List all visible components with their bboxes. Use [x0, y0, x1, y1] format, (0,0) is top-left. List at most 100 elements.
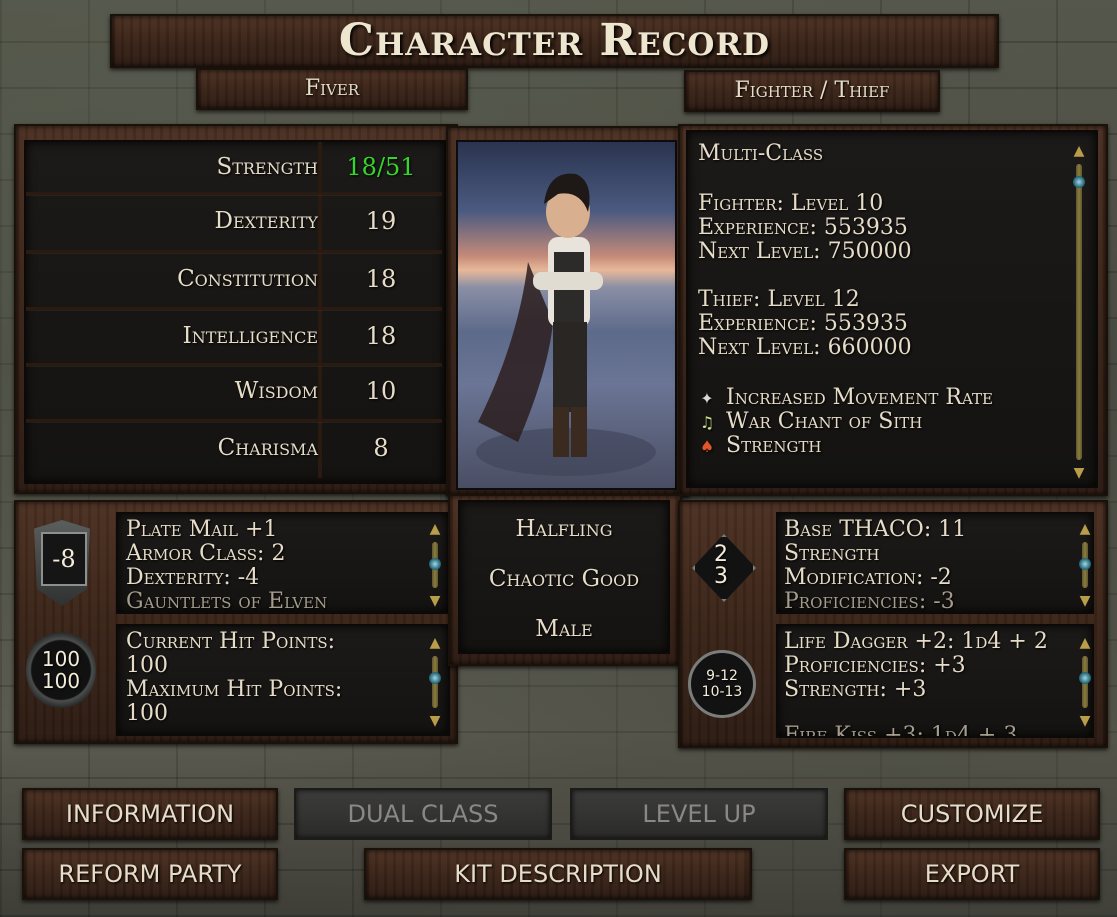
level-up-button[interactable]: LEVEL UP [570, 788, 828, 840]
armor-name: Plate Mail +1 [126, 517, 278, 542]
thaco-strength: Strength [784, 541, 880, 566]
fighter-experience: Experience: 553935 [698, 216, 908, 240]
stat-label: Wisdom [234, 378, 318, 404]
character-portrait[interactable] [456, 140, 677, 490]
scroll-thumb[interactable] [1079, 558, 1091, 570]
title-plank: Character Record [110, 14, 999, 68]
thaco-badge-bottom: 3 [714, 564, 728, 589]
class-info-heading: Multi-Class [698, 141, 824, 166]
scroll-down-icon[interactable]: ▼ [1078, 592, 1092, 610]
portrait-figure [476, 173, 656, 476]
scroll-thumb[interactable] [429, 672, 441, 684]
stat-value: 10 [365, 377, 397, 405]
stat-label: Strength [216, 154, 318, 180]
armor-panel[interactable]: Plate Mail +1 Armor Class: 2 Dexterity: … [116, 512, 450, 614]
fighter-next-level: Next Level: 750000 [698, 240, 912, 264]
hp-scrollbar[interactable]: ▲ ▼ [428, 634, 442, 730]
thaco-modification: Modification: -2 [784, 565, 952, 590]
boot-icon: ✦ [700, 389, 714, 408]
thief-next-value: 660000 [827, 335, 912, 360]
effect-war-chant[interactable]: ♫ War Chant of Sith [698, 409, 923, 435]
hp-max-value: 100 [126, 701, 168, 726]
scroll-up-icon[interactable]: ▲ [1072, 142, 1086, 160]
information-button[interactable]: INFORMATION [22, 788, 278, 840]
strength-icon: ♠ [699, 437, 715, 456]
thief-experience-label: Experience: [698, 311, 817, 336]
fighter-next-value: 750000 [827, 239, 912, 264]
hit-points-badge: 100 100 [26, 630, 96, 710]
damage-badge: 9-12 10-13 [688, 650, 756, 718]
hp-current-label: Current Hit Points: [126, 629, 336, 654]
character-name: Fiver [196, 68, 468, 110]
thaco-proficiencies: Proficiencies: -3 [784, 589, 955, 614]
character-class: Fighter / Thief [684, 70, 940, 112]
scroll-thumb[interactable] [1079, 672, 1091, 684]
thaco-scrollbar[interactable]: ▲ ▼ [1078, 520, 1092, 610]
stat-row-wisdom[interactable]: Wisdom 10 [26, 364, 442, 418]
scroll-thumb[interactable] [429, 558, 441, 570]
fighter-experience-value: 553935 [823, 215, 908, 240]
scroll-down-icon[interactable]: ▼ [1072, 464, 1086, 482]
scroll-thumb[interactable] [1073, 176, 1085, 188]
race: Halfling [515, 516, 613, 542]
scroll-down-icon[interactable]: ▼ [428, 712, 442, 730]
thief-experience-value: 553935 [823, 311, 908, 336]
effect-label: War Chant of Sith [726, 409, 923, 434]
class-info-scrollbar[interactable]: ▲ ▼ [1072, 142, 1086, 482]
weapon-scrollbar[interactable]: ▲ ▼ [1078, 634, 1092, 730]
reform-party-button[interactable]: REFORM PARTY [22, 848, 278, 900]
thief-next-label: Next Level: [698, 335, 821, 360]
kit-description-button[interactable]: KIT DESCRIPTION [364, 848, 752, 900]
stat-row-constitution[interactable]: Constitution 18 [26, 252, 442, 306]
stat-value: 18 [365, 322, 397, 350]
thief-next-level: Next Level: 660000 [698, 336, 912, 360]
scroll-up-icon[interactable]: ▲ [428, 634, 442, 652]
weapon-name: Life Dagger +2: 1d4 + 2 [784, 629, 1048, 654]
hp-max-label: Maximum Hit Points: [126, 677, 343, 702]
scroll-track[interactable] [1076, 164, 1082, 460]
class-info-panel[interactable]: Multi-Class Fighter: Level 10 Experience… [686, 130, 1098, 488]
effect-strength[interactable]: ♠ Strength [698, 434, 822, 459]
alignment: Chaotic Good [488, 566, 640, 592]
armor-dexterity: Dexterity: -4 [126, 565, 260, 590]
stat-value: 19 [365, 207, 397, 235]
armor-class: Armor Class: 2 [126, 541, 286, 566]
stat-label: Intelligence [182, 323, 318, 349]
weapon-panel[interactable]: Life Dagger +2: 1d4 + 2 Proficiencies: +… [776, 624, 1094, 738]
window-title: Character Record [338, 15, 771, 66]
armor-scrollbar[interactable]: ▲ ▼ [428, 520, 442, 610]
stat-row-intelligence[interactable]: Intelligence 18 [26, 309, 442, 363]
stat-value: 8 [373, 434, 389, 462]
scroll-up-icon[interactable]: ▲ [1078, 634, 1092, 652]
hit-points-panel[interactable]: Current Hit Points: 100 Maximum Hit Poin… [116, 624, 450, 736]
stat-row-dexterity[interactable]: Dexterity 19 [26, 194, 442, 248]
customize-button[interactable]: CUSTOMIZE [844, 788, 1100, 840]
weapon-secondary: Fire Kiss +3: 1d4 + 3 [784, 723, 1018, 738]
fighter-experience-label: Experience: [698, 215, 817, 240]
thaco-badge-top: 2 [714, 542, 728, 567]
armor-gauntlets: Gauntlets of Elven [126, 589, 328, 614]
music-note-icon: ♫ [699, 413, 715, 432]
stat-row-charisma[interactable]: Charisma 8 [26, 421, 442, 475]
stat-label: Dexterity [214, 208, 318, 234]
stat-value: 18/51 [346, 153, 416, 181]
scroll-down-icon[interactable]: ▼ [428, 592, 442, 610]
stat-label: Charisma [217, 435, 318, 461]
armor-class-badge: -8 [41, 532, 87, 586]
export-button[interactable]: EXPORT [844, 848, 1100, 900]
thaco-panel[interactable]: Base THACO: 11 Strength Modification: -2… [776, 512, 1094, 614]
damage-badge-bottom: 10-13 [701, 684, 743, 700]
identity-panel: Halfling Chaotic Good Male [458, 500, 670, 654]
scroll-up-icon[interactable]: ▲ [428, 520, 442, 538]
effect-movement[interactable]: ✦ Increased Movement Rate [698, 386, 993, 411]
scroll-down-icon[interactable]: ▼ [1078, 712, 1092, 730]
thaco-badge: 2 3 [705, 540, 737, 592]
base-thaco: Base THACO: 11 [784, 517, 967, 542]
fighter-level: Fighter: Level 10 [698, 191, 884, 216]
damage-badge-top: 9-12 [706, 668, 738, 684]
dual-class-button[interactable]: DUAL CLASS [294, 788, 552, 840]
weapon-proficiencies: Proficiencies: +3 [784, 653, 966, 678]
effect-label: Strength [726, 433, 822, 458]
stat-row-strength[interactable]: Strength 18/51 [26, 140, 442, 194]
scroll-up-icon[interactable]: ▲ [1078, 520, 1092, 538]
